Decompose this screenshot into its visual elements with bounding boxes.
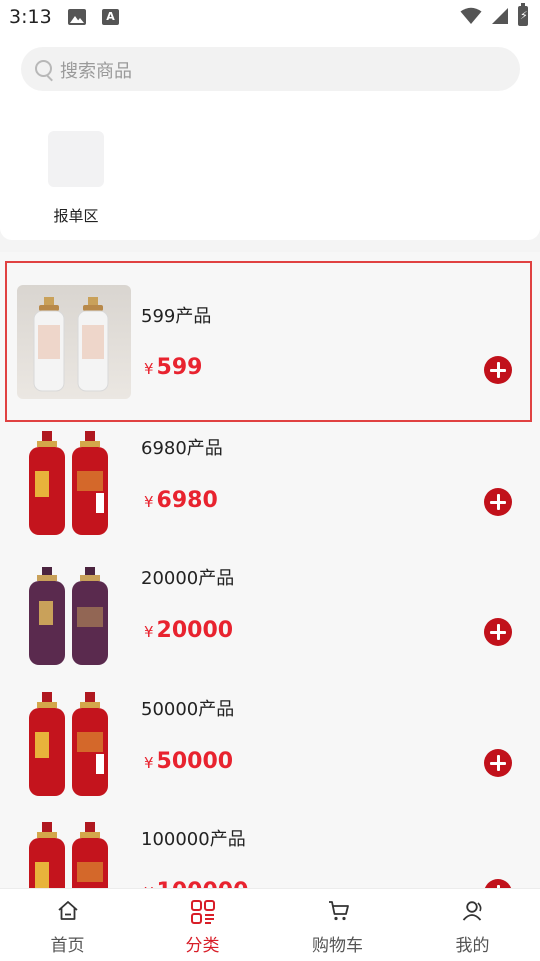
product-card[interactable]: 599产品 ¥599 <box>0 272 540 402</box>
text-notification-icon: A <box>102 9 119 25</box>
add-to-cart-button[interactable] <box>484 488 512 516</box>
product-list: 599产品 ¥599 6980产品 ¥ 6980 20000产品 ¥ 20000… <box>0 252 540 888</box>
product-card[interactable]: 100000产品 ¥100000 <box>0 813 540 888</box>
cart-icon <box>329 901 349 921</box>
nav-label: 首页 <box>50 936 85 956</box>
category-panel: 报单区 <box>0 100 540 240</box>
search-bar-area: 搜索商品 <box>0 36 540 100</box>
currency-symbol: ¥ <box>144 360 154 378</box>
image-notification-icon <box>68 9 86 25</box>
product-price: ¥50000 <box>144 749 233 774</box>
category-thumbnail <box>48 131 104 187</box>
product-image <box>17 557 131 671</box>
category-icon <box>191 900 215 924</box>
price-value: 20000 <box>156 618 234 643</box>
category-label: 报单区 <box>53 207 99 225</box>
nav-mine[interactable]: 我的 <box>405 889 540 961</box>
add-to-cart-button[interactable] <box>484 356 512 384</box>
add-to-cart-button[interactable] <box>484 879 512 888</box>
product-name: 50000产品 <box>141 699 235 720</box>
cell-signal-icon <box>492 8 508 24</box>
product-card[interactable]: 6980产品 ¥6980 <box>0 422 540 552</box>
nav-label: 分类 <box>185 936 220 956</box>
product-image <box>17 818 131 888</box>
product-image <box>17 688 131 802</box>
product-price: ¥100000 <box>144 879 248 888</box>
product-price: ¥599 <box>144 355 202 380</box>
nav-category[interactable]: 分类 <box>135 889 270 961</box>
nav-label: 我的 <box>455 936 490 956</box>
add-to-cart-button[interactable] <box>484 749 512 777</box>
search-icon <box>35 60 52 77</box>
nav-home[interactable]: 首页 <box>0 889 135 961</box>
product-card[interactable]: 20000产品 ¥20000 <box>0 552 540 682</box>
currency-symbol: ¥ <box>144 754 154 772</box>
user-icon <box>462 901 482 921</box>
product-name: 20000产品 <box>141 568 235 589</box>
product-price: ¥6980 <box>144 488 218 513</box>
product-name: 599产品 <box>141 306 212 327</box>
search-placeholder: 搜索商品 <box>60 61 132 82</box>
product-price: ¥20000 <box>144 618 233 643</box>
product-image <box>17 285 131 399</box>
wifi-icon <box>460 7 482 24</box>
currency-symbol: ¥ <box>144 493 154 511</box>
product-name: 6980产品 <box>141 438 223 459</box>
price-value: 599 <box>156 355 203 380</box>
category-item-report-zone[interactable]: 报单区 <box>38 124 114 225</box>
nav-cart[interactable]: 购物车 <box>270 889 405 961</box>
product-image <box>17 427 131 541</box>
home-icon <box>58 901 78 920</box>
add-to-cart-button[interactable] <box>484 618 512 646</box>
battery-charging-icon: ⚡ <box>518 3 528 26</box>
product-card[interactable]: 50000产品 ¥50000 <box>0 683 540 813</box>
status-bar: 3:13 A ⚡ <box>0 0 540 36</box>
nav-label: 购物车 <box>312 936 363 956</box>
price-value: 6980 <box>156 488 218 513</box>
bottom-navigation: 首页 分类 购物车 我的 <box>0 888 540 961</box>
search-input[interactable]: 搜索商品 <box>21 47 520 91</box>
price-value: 100000 <box>157 879 249 888</box>
product-name: 100000产品 <box>141 829 246 850</box>
price-value: 50000 <box>156 749 234 774</box>
currency-symbol: ¥ <box>144 623 154 641</box>
status-time: 3:13 <box>9 6 52 28</box>
